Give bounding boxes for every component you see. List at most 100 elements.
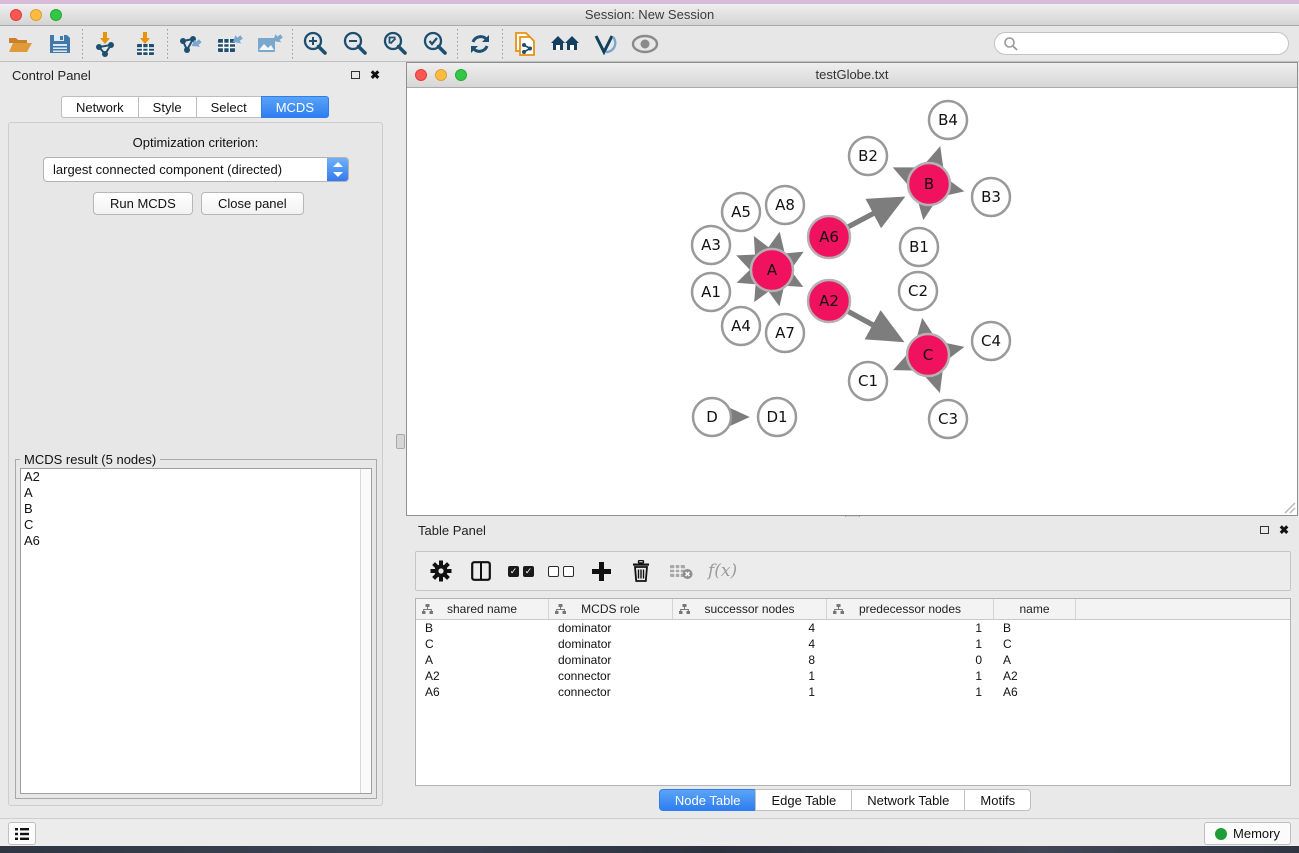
table-cell[interactable]: A2	[416, 668, 549, 684]
close-panel-icon[interactable]: ✖	[370, 68, 380, 82]
hide-annotations-icon[interactable]	[585, 29, 625, 59]
table-cell[interactable]: 1	[827, 684, 994, 700]
table-cell[interactable]: 1	[673, 684, 827, 700]
home-levels-icon[interactable]	[545, 29, 585, 59]
table-cell[interactable]: connector	[549, 668, 673, 684]
table-cell[interactable]: 1	[827, 668, 994, 684]
node-A7[interactable]: A7	[766, 314, 804, 352]
edge-A-A6[interactable]	[791, 254, 800, 259]
node-B1[interactable]: B1	[900, 228, 938, 266]
edge-B-B3[interactable]	[951, 189, 960, 191]
export-table-icon[interactable]	[210, 29, 250, 59]
edge-A-A7[interactable]	[776, 292, 778, 302]
table-cell[interactable]: C	[416, 636, 549, 652]
show-graphics-details-icon[interactable]	[625, 29, 665, 59]
edge-A-A8[interactable]	[776, 236, 778, 248]
export-image-icon[interactable]	[250, 29, 290, 59]
edge-C-C3[interactable]	[935, 376, 939, 388]
table-cell[interactable]: 1	[827, 636, 994, 652]
search-box[interactable]	[994, 32, 1289, 55]
close-panel-button[interactable]: Close panel	[201, 192, 304, 215]
edge-B-B2[interactable]	[897, 169, 909, 174]
table-cell[interactable]: 1	[827, 620, 994, 636]
node-C1[interactable]: C1	[849, 362, 887, 400]
table-settings-gear-icon[interactable]	[428, 558, 454, 584]
node-C[interactable]: C	[907, 334, 949, 376]
node-B3[interactable]: B3	[972, 178, 1010, 216]
run-mcds-button[interactable]: Run MCDS	[93, 192, 193, 215]
tab-select[interactable]: Select	[196, 96, 261, 118]
import-table-icon[interactable]	[125, 29, 165, 59]
vertical-splitter-handle[interactable]	[396, 434, 405, 449]
table-row[interactable]: Cdominator41C	[416, 636, 1290, 652]
edge-A-A2[interactable]	[791, 281, 799, 285]
close-network-button[interactable]	[415, 69, 427, 81]
delete-table-icon[interactable]	[668, 558, 694, 584]
edge-A2-C[interactable]	[848, 312, 898, 339]
node-C2[interactable]: C2	[899, 272, 937, 310]
node-B2[interactable]: B2	[849, 137, 887, 175]
table-cell[interactable]: A6	[416, 684, 549, 700]
float-table-panel-icon[interactable]	[1260, 526, 1269, 534]
edge-B-B1[interactable]	[924, 206, 926, 216]
node-A6[interactable]: A6	[808, 216, 850, 258]
table-cell[interactable]: 8	[673, 652, 827, 668]
unselect-all-columns-icon[interactable]	[548, 566, 574, 577]
network-window-titlebar[interactable]: testGlobe.txt	[407, 63, 1297, 88]
node-C3[interactable]: C3	[929, 400, 967, 438]
tab-mcds[interactable]: MCDS	[261, 96, 329, 118]
mcds-result-list[interactable]: A2ABCA6	[20, 468, 372, 794]
column-header-successor-nodes[interactable]: successor nodes	[673, 599, 827, 619]
tab-network-table[interactable]: Network Table	[851, 789, 964, 811]
mcds-result-item[interactable]: A2	[21, 469, 371, 485]
tab-edge-table[interactable]: Edge Table	[755, 789, 851, 811]
node-B4[interactable]: B4	[929, 101, 967, 139]
edge-B-B4[interactable]	[935, 151, 939, 163]
zoom-selected-icon[interactable]	[415, 29, 455, 59]
refresh-layout-icon[interactable]	[460, 29, 500, 59]
table-row[interactable]: A6connector11A6	[416, 684, 1290, 700]
close-table-panel-icon[interactable]: ✖	[1279, 523, 1289, 537]
table-cell[interactable]: B	[994, 620, 1076, 636]
table-cell[interactable]: dominator	[549, 620, 673, 636]
table-cell[interactable]: 0	[827, 652, 994, 668]
table-cell[interactable]: connector	[549, 684, 673, 700]
mcds-result-item[interactable]: B	[21, 501, 371, 517]
mcds-list-scrollbar[interactable]	[360, 469, 371, 793]
float-panel-icon[interactable]	[351, 71, 360, 79]
import-network-icon[interactable]	[85, 29, 125, 59]
table-cell[interactable]: B	[416, 620, 549, 636]
column-header-name[interactable]: name	[994, 599, 1076, 619]
tab-style[interactable]: Style	[138, 96, 196, 118]
select-all-columns-icon[interactable]: ✓ ✓	[508, 566, 534, 577]
zoom-out-icon[interactable]	[335, 29, 375, 59]
mcds-result-item[interactable]: C	[21, 517, 371, 533]
create-column-icon[interactable]	[588, 558, 614, 584]
table-cell[interactable]: A2	[994, 668, 1076, 684]
tab-node-table[interactable]: Node Table	[659, 789, 756, 811]
tab-network[interactable]: Network	[61, 96, 138, 118]
node-A[interactable]: A	[751, 249, 793, 291]
node-A5[interactable]: A5	[722, 193, 760, 231]
node-C4[interactable]: C4	[972, 322, 1010, 360]
tab-motifs[interactable]: Motifs	[964, 789, 1031, 811]
function-builder-icon[interactable]: f(x)	[708, 561, 737, 581]
table-cell[interactable]: A	[416, 652, 549, 668]
edge-C-C1[interactable]	[897, 364, 907, 369]
table-row[interactable]: Adominator80A	[416, 652, 1290, 668]
criterion-dropdown[interactable]: largest connected component (directed)	[43, 157, 349, 182]
network-canvas[interactable]: AA1A2A3A4A5A6A7A8BB1B2B3B4CC1C2C3C4DD1	[407, 88, 1297, 515]
edge-A-A1[interactable]	[741, 277, 751, 281]
table-cell[interactable]: 1	[673, 668, 827, 684]
column-header-predecessor-nodes[interactable]: predecessor nodes	[827, 599, 994, 619]
maximize-window-button[interactable]	[50, 9, 62, 21]
edge-C-C4[interactable]	[949, 348, 959, 350]
node-A1[interactable]: A1	[692, 273, 730, 311]
duplicate-network-icon[interactable]	[505, 29, 545, 59]
task-history-button[interactable]	[8, 822, 36, 845]
edge-A-A4[interactable]	[756, 289, 761, 298]
minimize-window-button[interactable]	[30, 9, 42, 21]
table-cell[interactable]: A	[994, 652, 1076, 668]
node-A2[interactable]: A2	[808, 280, 850, 322]
edge-C-C2[interactable]	[923, 323, 925, 334]
